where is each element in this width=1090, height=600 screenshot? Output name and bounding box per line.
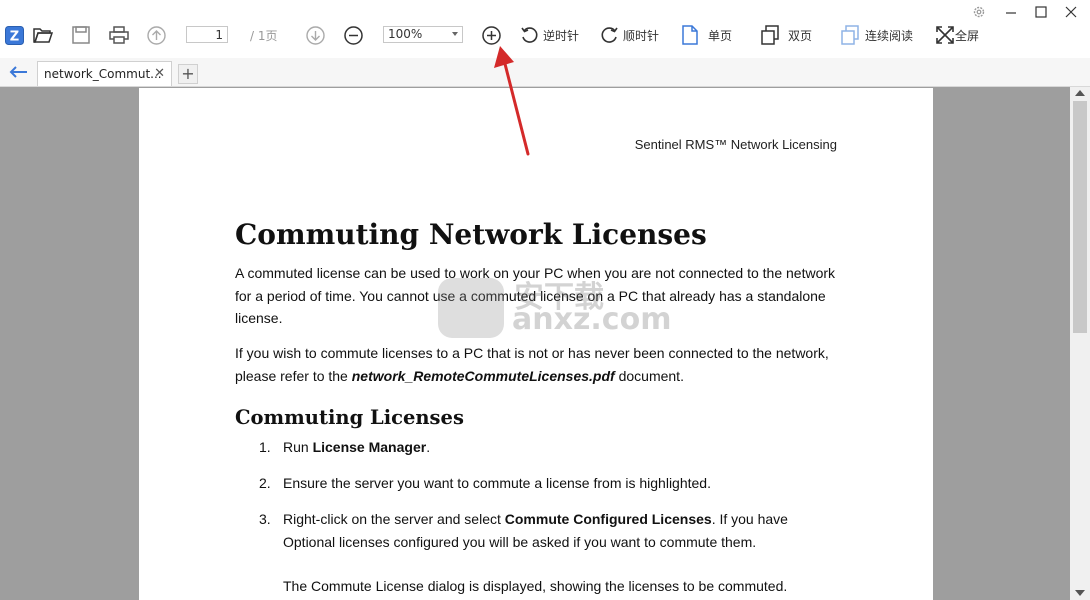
settings-gear-icon[interactable] [972, 4, 988, 20]
svg-text:Z: Z [10, 29, 19, 44]
page-total: / 1页 [250, 29, 278, 43]
close-tab-icon[interactable]: ✕ [154, 66, 165, 81]
chevron-down-icon [452, 32, 458, 36]
single-page-label: 单页 [708, 28, 733, 43]
double-page-icon [761, 25, 779, 45]
vertical-scrollbar[interactable] [1070, 87, 1090, 600]
step-text: . [426, 439, 431, 455]
continuous-reading-icon [841, 25, 859, 45]
fullscreen-button[interactable]: 全屏 [935, 24, 979, 46]
zoom-in-icon[interactable] [482, 24, 501, 46]
new-tab-button[interactable]: + [178, 64, 198, 84]
single-page-button[interactable]: 单页 [681, 24, 732, 46]
next-page-icon[interactable] [306, 24, 325, 46]
paragraph-text: document. [614, 367, 684, 384]
save-icon[interactable] [72, 24, 90, 46]
zoom-out-icon[interactable] [344, 24, 363, 46]
app-logo-icon: Z [5, 24, 24, 46]
close-window-icon[interactable] [1064, 4, 1080, 20]
document-title: Commuting Network Licenses [235, 218, 707, 251]
tab-document[interactable]: network_Commut... ✕ [37, 61, 172, 86]
zoom-select[interactable]: 100% [383, 26, 463, 43]
rotate-cw-label: 顺时针 [623, 28, 660, 43]
page-number-input[interactable] [186, 26, 228, 43]
section-heading: Commuting Licenses [235, 406, 464, 429]
double-page-button[interactable]: 双页 [760, 24, 812, 46]
rotate-ccw-icon [521, 26, 538, 43]
annotation-arrow-icon [494, 46, 530, 156]
step-text: Run [283, 439, 313, 455]
list-number: 3. [259, 511, 271, 527]
single-page-icon [682, 25, 698, 45]
rotate-cw-icon [601, 26, 618, 43]
tab-strip: network_Commut... ✕ + [0, 58, 1090, 87]
watermark-text: anxz.com [512, 302, 672, 337]
step-bold: Commute Configured Licenses [504, 511, 712, 527]
step-text: Ensure the server you want to commute a … [283, 475, 711, 491]
list-number: 1. [259, 439, 271, 455]
prev-page-icon[interactable] [147, 24, 166, 46]
fullscreen-label: 全屏 [955, 28, 980, 43]
zoom-value: 100% [388, 27, 423, 41]
continuous-reading-button[interactable]: 连续阅读 [840, 24, 913, 46]
continuous-reading-label: 连续阅读 [865, 28, 914, 43]
watermark-shield-icon [438, 278, 504, 338]
document-viewer[interactable]: Sentinel RMS™ Network Licensing Commutin… [0, 87, 1070, 600]
print-icon[interactable] [109, 24, 129, 46]
maximize-icon[interactable] [1034, 4, 1050, 20]
rotate-cw-button[interactable]: 顺时针 [600, 24, 659, 46]
rotate-ccw-button[interactable]: 逆时针 [520, 24, 579, 46]
scroll-thumb[interactable] [1073, 101, 1087, 333]
back-arrow-icon[interactable] [8, 64, 28, 83]
commute-dialog-note: The Commute License dialog is displayed,… [283, 578, 788, 594]
remote-commute-paragraph: If you wish to commute licenses to a PC … [235, 342, 840, 387]
tab-document-title: network_Commut... [44, 67, 162, 81]
document-page: Sentinel RMS™ Network Licensing Commutin… [139, 88, 933, 600]
step-text: Right-click on the server and select [283, 511, 505, 527]
minimize-icon[interactable] [1004, 4, 1020, 20]
step-bold: License Manager [312, 439, 427, 455]
double-page-label: 双页 [788, 28, 813, 43]
toolbar: Z / 1页 100% 逆时针 顺时针 单页 双页 [0, 0, 1090, 58]
watermark: 安下载 anxz.com [438, 278, 671, 338]
fullscreen-icon [936, 26, 954, 44]
rotate-ccw-label: 逆时针 [543, 28, 580, 43]
scroll-down-icon[interactable] [1075, 590, 1085, 596]
file-reference: network_RemoteCommuteLicenses.pdf [351, 367, 615, 384]
open-folder-icon[interactable] [33, 24, 53, 46]
running-header: Sentinel RMS™ Network Licensing [634, 137, 837, 152]
scroll-up-icon[interactable] [1075, 90, 1085, 96]
list-number: 2. [259, 475, 271, 491]
